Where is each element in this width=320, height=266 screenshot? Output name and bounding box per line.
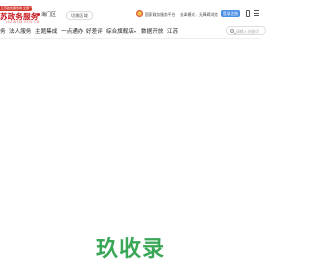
nav-item-legal-person[interactable]: 法人服务 [9, 27, 31, 35]
national-emblem-icon [136, 10, 143, 17]
main-nav: 务 法人服务 主题集成 一点通办 好差评 综合旗舰店▾ 数据开放 江苏 请输入关… [0, 24, 266, 39]
gov-portal-link[interactable]: 国家政务服务平台 [145, 12, 175, 18]
watermark-brand: 玖收录 [95, 237, 165, 262]
switch-region-button[interactable]: 切换区域 [66, 10, 93, 20]
search-input[interactable]: 请输入关键词 [226, 26, 266, 35]
current-location: 海门区 [37, 11, 56, 18]
accessible-browse-link[interactable]: 无障碍浏览 [199, 12, 218, 18]
nav-item-open-data[interactable]: 数据开放 [141, 27, 163, 35]
nav-item-rating[interactable]: 好差评 [86, 27, 103, 35]
nav-item-theme[interactable]: 主题集成 [35, 27, 57, 35]
nav-item-jiangsu[interactable]: 江苏 [167, 27, 178, 35]
elder-mode-link[interactable]: 长辈模式 [180, 12, 195, 18]
search-icon[interactable] [230, 28, 234, 33]
nav-item-one-stop[interactable]: 一点通办 [61, 27, 83, 35]
chevron-down-icon: ▾ [133, 29, 136, 34]
nav-item-personal[interactable]: 务 [0, 27, 6, 35]
search-placeholder: 请输入关键词 [236, 28, 259, 34]
menu-icon[interactable] [254, 10, 259, 17]
top-header: 江苏政务服务网 全国一体化政务服务平台 苏政务服务 JSZWFW.GOV.CN … [0, 0, 261, 24]
nav-item-flagship[interactable]: 综合旗舰店▾ [106, 27, 136, 35]
mobile-icon[interactable] [246, 10, 250, 17]
location-label: 海门区 [41, 12, 57, 18]
nav-item-flagship-label: 综合旗舰店 [106, 29, 134, 35]
login-register-button[interactable]: 登录注册 [221, 10, 240, 17]
divider: | [196, 12, 198, 17]
location-pin-icon [37, 13, 40, 16]
